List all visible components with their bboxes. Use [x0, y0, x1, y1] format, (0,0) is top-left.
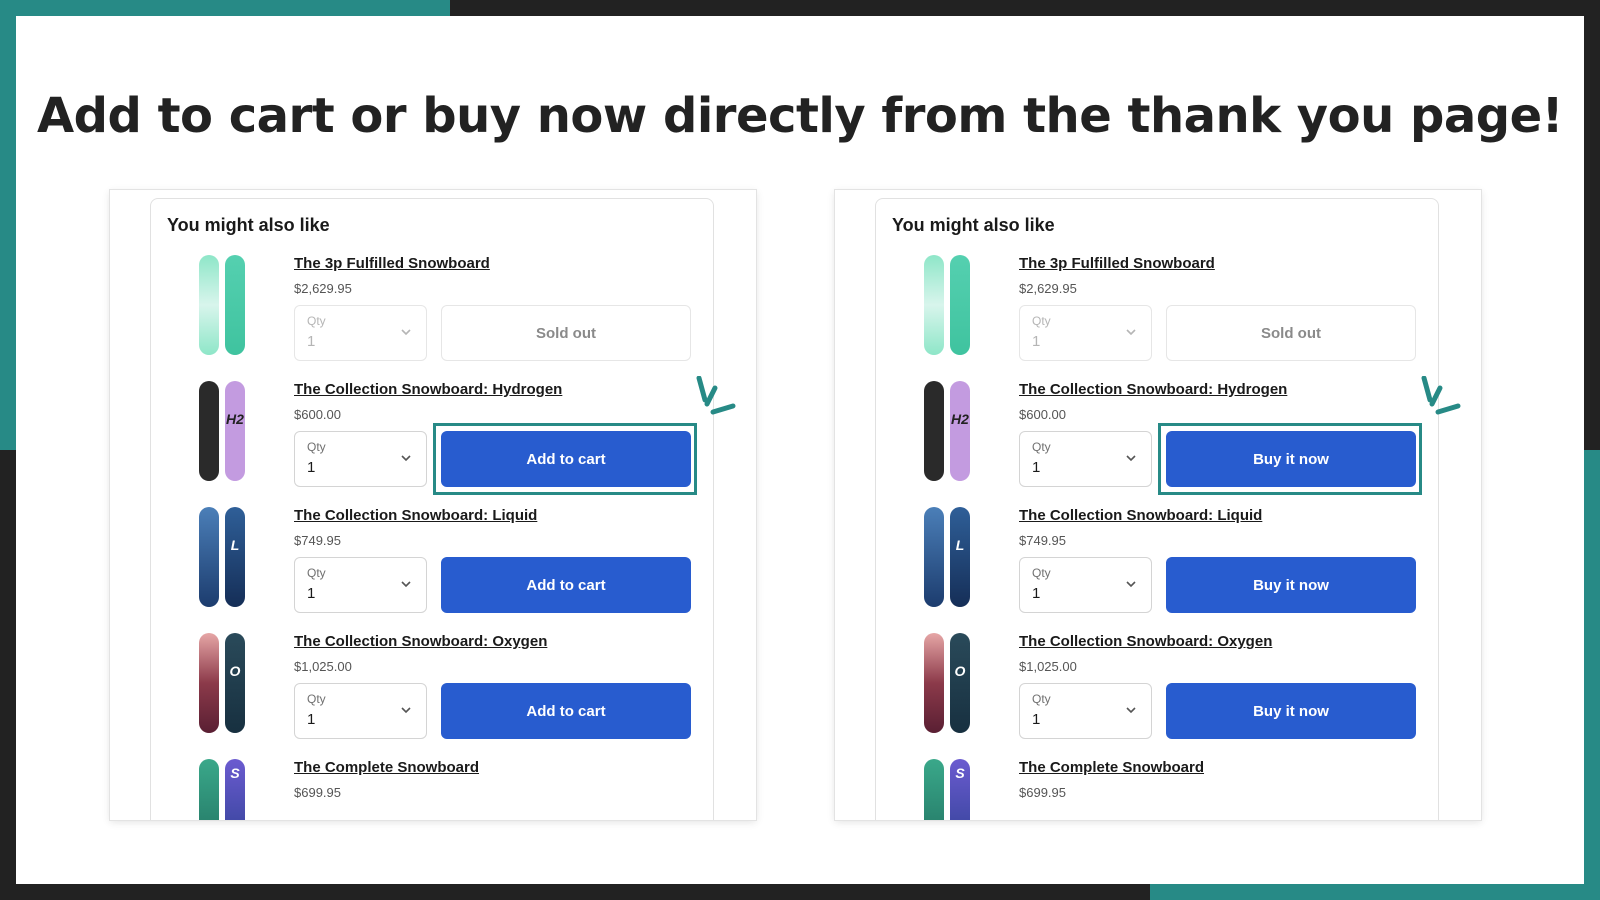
quantity-select[interactable]: Qty 1	[1019, 305, 1152, 361]
chevron-down-icon	[1126, 329, 1136, 336]
quantity-value: 1	[307, 333, 316, 350]
product-image[interactable]: L	[924, 507, 974, 607]
product-name-link[interactable]: The 3p Fulfilled Snowboard	[294, 255, 490, 272]
quantity-label: Qty	[1032, 692, 1051, 706]
quantity-select[interactable]: Qty 1	[294, 683, 427, 739]
product-name-link[interactable]: The Collection Snowboard: Hydrogen	[1019, 381, 1287, 398]
sold-out-button: Sold out	[441, 305, 691, 361]
product-name-link[interactable]: The Complete Snowboard	[1019, 759, 1204, 776]
product-price: $1,025.00	[294, 659, 352, 674]
screenshot-buy-it-now: You might also like The 3p Fulfilled Sno…	[835, 190, 1481, 820]
quantity-select[interactable]: Qty 1	[294, 305, 427, 361]
sparkle-icon	[1421, 376, 1461, 415]
product-price: $600.00	[1019, 407, 1066, 422]
quantity-select[interactable]: Qty 1	[1019, 431, 1152, 487]
buy-it-now-button[interactable]: Buy it now	[1166, 557, 1416, 613]
quantity-select[interactable]: Qty 1	[294, 431, 427, 487]
chevron-down-icon	[401, 581, 411, 588]
product-item: S The Complete Snowboard $699.95	[876, 759, 1440, 820]
quantity-value: 1	[1032, 333, 1041, 350]
quantity-label: Qty	[1032, 566, 1051, 580]
chevron-down-icon	[401, 329, 411, 336]
chevron-down-icon	[1126, 455, 1136, 462]
buy-it-now-button[interactable]: Buy it now	[1166, 683, 1416, 739]
product-name-link[interactable]: The Collection Snowboard: Oxygen	[1019, 633, 1272, 650]
product-item: The 3p Fulfilled Snowboard $2,629.95 Qty…	[876, 255, 1440, 383]
chevron-down-icon	[1126, 581, 1136, 588]
product-price: $749.95	[294, 533, 341, 548]
quantity-label: Qty	[307, 566, 326, 580]
product-price: $2,629.95	[1019, 281, 1077, 296]
product-item: H2 The Collection Snowboard: Hydrogen $6…	[151, 381, 715, 509]
product-name-link[interactable]: The Collection Snowboard: Liquid	[294, 507, 537, 524]
product-item: O The Collection Snowboard: Oxygen $1,02…	[151, 633, 715, 761]
quantity-label: Qty	[307, 692, 326, 706]
recommendations-title: You might also like	[892, 215, 1055, 235]
product-name-link[interactable]: The Collection Snowboard: Hydrogen	[294, 381, 562, 398]
product-image[interactable]: H2	[924, 381, 974, 481]
product-item: H2 The Collection Snowboard: Hydrogen $6…	[876, 381, 1440, 509]
product-image[interactable]	[924, 255, 974, 355]
recommendations-title: You might also like	[167, 215, 330, 235]
quantity-select[interactable]: Qty 1	[1019, 683, 1152, 739]
highlight-box	[433, 423, 697, 495]
product-item: S The Complete Snowboard $699.95	[151, 759, 715, 820]
quantity-label: Qty	[1032, 440, 1051, 454]
product-item: L The Collection Snowboard: Liquid $749.…	[876, 507, 1440, 635]
sold-out-button: Sold out	[1166, 305, 1416, 361]
product-price: $600.00	[294, 407, 341, 422]
quantity-value: 1	[1032, 585, 1041, 602]
quantity-select[interactable]: Qty 1	[1019, 557, 1152, 613]
product-name-link[interactable]: The Complete Snowboard	[294, 759, 479, 776]
quantity-value: 1	[307, 711, 316, 728]
product-price: $699.95	[1019, 785, 1066, 800]
quantity-value: 1	[1032, 459, 1041, 476]
sparkle-icon	[696, 376, 736, 415]
product-image[interactable]: O	[199, 633, 249, 733]
quantity-label: Qty	[1032, 314, 1051, 328]
product-image[interactable]: S	[924, 759, 974, 820]
product-item: O The Collection Snowboard: Oxygen $1,02…	[876, 633, 1440, 761]
chevron-down-icon	[401, 707, 411, 714]
product-name-link[interactable]: The Collection Snowboard: Oxygen	[294, 633, 547, 650]
product-item: L The Collection Snowboard: Liquid $749.…	[151, 507, 715, 635]
product-item: The 3p Fulfilled Snowboard $2,629.95 Qty…	[151, 255, 715, 383]
product-price: $1,025.00	[1019, 659, 1077, 674]
chevron-down-icon	[1126, 707, 1136, 714]
add-to-cart-button[interactable]: Add to cart	[441, 683, 691, 739]
product-image[interactable]: S	[199, 759, 249, 820]
product-name-link[interactable]: The Collection Snowboard: Liquid	[1019, 507, 1262, 524]
product-image[interactable]: L	[199, 507, 249, 607]
add-to-cart-button[interactable]: Add to cart	[441, 557, 691, 613]
product-name-link[interactable]: The 3p Fulfilled Snowboard	[1019, 255, 1215, 272]
quantity-value: 1	[307, 585, 316, 602]
quantity-select[interactable]: Qty 1	[294, 557, 427, 613]
quantity-label: Qty	[307, 314, 326, 328]
recommendations-card: You might also like The 3p Fulfilled Sno…	[875, 198, 1439, 820]
highlight-box	[1158, 423, 1422, 495]
chevron-down-icon	[401, 455, 411, 462]
product-image[interactable]: H2	[199, 381, 249, 481]
product-price: $749.95	[1019, 533, 1066, 548]
screenshot-add-to-cart: You might also like The 3p Fulfilled Sno…	[110, 190, 756, 820]
product-price: $2,629.95	[294, 281, 352, 296]
product-price: $699.95	[294, 785, 341, 800]
quantity-label: Qty	[307, 440, 326, 454]
product-image[interactable]	[199, 255, 249, 355]
quantity-value: 1	[1032, 711, 1041, 728]
product-image[interactable]: O	[924, 633, 974, 733]
recommendations-card: You might also like The 3p Fulfilled Sno…	[150, 198, 714, 820]
quantity-value: 1	[307, 459, 316, 476]
page-headline: Add to cart or buy now directly from the…	[36, 88, 1564, 144]
